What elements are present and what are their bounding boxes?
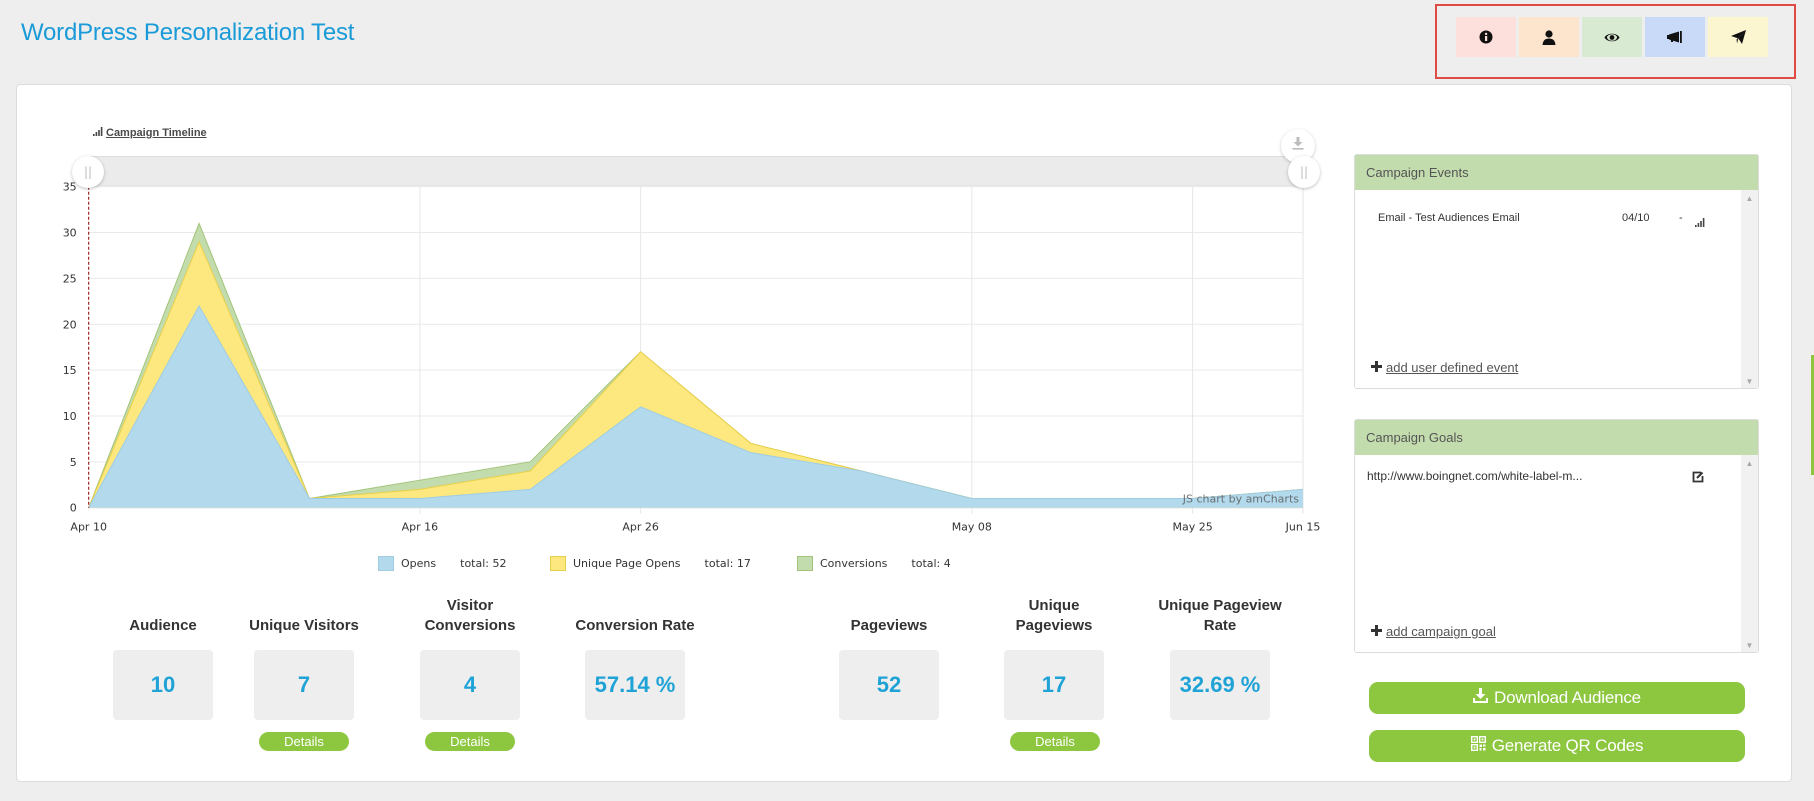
legend-item-unique-page-opens[interactable]: Unique Page Opens total: 17 <box>550 555 751 572</box>
legend-item-opens[interactable]: Opens total: 52 <box>378 555 506 572</box>
goal-url[interactable]: http://www.boingnet.com/white-label-m... <box>1367 469 1582 483</box>
generate-qr-codes-label: Generate QR Codes <box>1491 736 1644 755</box>
campaign-events-title: Campaign Events <box>1366 165 1469 180</box>
scroll-up-arrow[interactable]: ▲ <box>1741 194 1758 203</box>
campaign-timeline-chart: 0 5 10 15 20 25 30 35 Apr 10 Apr 16 Apr 26 May 08 Ma… <box>63 181 1321 534</box>
download-audience-button[interactable]: Download Audience <box>1369 682 1745 714</box>
qr-code-icon <box>1470 735 1492 756</box>
stat-title-audience: Audience <box>129 617 197 634</box>
goal-edit-button[interactable] <box>1692 470 1704 488</box>
stat-title-unique-pageview-rate: Unique Pageview Rate <box>1158 597 1282 634</box>
x-tick-label: May 08 <box>952 521 992 534</box>
info-circle-icon <box>1479 30 1493 44</box>
x-tick-label: Apr 26 <box>622 521 659 534</box>
x-tick-label: May 25 <box>1172 521 1212 534</box>
legend-swatch-opens <box>378 556 394 571</box>
chart-credit: JS chart by amCharts <box>1182 493 1299 506</box>
scroll-down-arrow[interactable]: ▼ <box>1741 377 1758 386</box>
legend-label: Conversions <box>820 557 888 570</box>
campaign-timeline-link[interactable]: Campaign Timeline <box>93 127 207 139</box>
download-audience-label: Download Audience <box>1494 688 1641 707</box>
scroll-down-arrow[interactable]: ▼ <box>1741 641 1758 650</box>
stat-value-audience: 10 <box>113 650 213 720</box>
campaign-timeline-label: Campaign Timeline <box>106 127 207 139</box>
audience-button[interactable] <box>1519 17 1579 57</box>
campaign-events-header: Campaign Events <box>1355 155 1758 190</box>
campaign-goals-header: Campaign Goals <box>1355 420 1758 455</box>
bar-chart-icon <box>1695 214 1705 231</box>
edit-icon <box>1692 470 1704 487</box>
user-icon <box>1542 29 1556 45</box>
add-campaign-goal-link[interactable]: add campaign goal <box>1371 624 1496 639</box>
stat-value-conversion-rate: 57.14 % <box>585 650 685 720</box>
events-scrollbar[interactable]: ▲ ▼ <box>1741 190 1758 388</box>
legend-label: Opens <box>401 557 437 570</box>
stat-value-visitor-conversions: 4 <box>420 650 520 720</box>
legend-total: total: 52 <box>460 557 507 570</box>
info-button[interactable] <box>1456 17 1516 57</box>
campaign-goals-body: http://www.boingnet.com/white-label-m...… <box>1355 455 1758 652</box>
stat-value-unique-visitors: 7 <box>254 650 354 720</box>
plus-icon <box>1371 624 1382 639</box>
stat-value-unique-pageviews: 17 <box>1004 650 1104 720</box>
stat-title-conversion-rate: Conversion Rate <box>575 617 695 634</box>
x-tick-label: Apr 16 <box>402 521 439 534</box>
legend-swatch-unique-page-opens <box>550 556 566 571</box>
scroller-left-handle[interactable]: || <box>72 156 104 188</box>
y-tick-label: 35 <box>63 181 77 194</box>
event-name[interactable]: Email - Test Audiences Email <box>1378 212 1520 224</box>
stat-title-visitor-conversions: Visitor Conversions <box>424 597 516 634</box>
y-tick-label: 25 <box>63 272 77 285</box>
y-tick-label: 10 <box>63 410 77 423</box>
stat-value-unique-pageview-rate: 32.69 % <box>1170 650 1270 720</box>
view-button[interactable] <box>1582 17 1642 57</box>
campaign-goals-panel: Campaign Goals http://www.boingnet.com/w… <box>1354 419 1759 653</box>
page-title: WordPress Personalization Test <box>21 19 355 46</box>
add-user-defined-event-label: add user defined event <box>1386 360 1519 375</box>
plus-icon <box>1371 360 1382 375</box>
unique-visitors-details-button[interactable]: Details <box>259 732 349 751</box>
event-stats-button[interactable] <box>1695 214 1705 232</box>
stat-value-pageviews: 52 <box>839 650 939 720</box>
bar-chart-icon <box>93 127 103 139</box>
legend-total: total: 4 <box>911 557 951 570</box>
x-tick-label: Jun 15 <box>1285 521 1321 534</box>
y-tick-label: 5 <box>70 456 77 469</box>
send-button[interactable] <box>1708 17 1768 57</box>
bullhorn-icon <box>1667 31 1683 43</box>
generate-qr-codes-button[interactable]: Generate QR Codes <box>1369 730 1745 762</box>
unique-pageviews-details-button[interactable]: Details <box>1010 732 1100 751</box>
paper-plane-icon <box>1730 30 1746 44</box>
visitor-conversions-details-button[interactable]: Details <box>425 732 515 751</box>
campaign-events-panel: Campaign Events Email - Test Audiences E… <box>1354 154 1759 389</box>
eye-icon <box>1604 32 1620 43</box>
add-campaign-goal-label: add campaign goal <box>1386 624 1496 639</box>
legend-label: Unique Page Opens <box>573 557 681 570</box>
legend-total: total: 17 <box>704 557 751 570</box>
download-icon <box>1473 688 1494 708</box>
stat-title-unique-visitors: Unique Visitors <box>249 617 359 634</box>
event-end: - <box>1679 212 1683 224</box>
x-tick-label: Apr 10 <box>70 521 107 534</box>
legend-swatch-conversions <box>797 556 813 571</box>
campaign-button[interactable] <box>1645 17 1705 57</box>
add-user-defined-event-link[interactable]: add user defined event <box>1371 360 1518 375</box>
stat-title-unique-pageviews: Unique Pageviews <box>1015 597 1093 634</box>
campaign-goals-title: Campaign Goals <box>1366 430 1463 445</box>
event-date: 04/10 <box>1622 212 1650 224</box>
scroller-right-handle[interactable]: || <box>1288 156 1320 188</box>
y-tick-label: 0 <box>70 502 77 515</box>
campaign-events-body: Email - Test Audiences Email 04/10 - add… <box>1355 190 1758 388</box>
y-tick-label: 30 <box>63 227 77 240</box>
y-tick-label: 15 <box>63 364 77 377</box>
y-tick-label: 20 <box>63 318 77 331</box>
scroll-up-arrow[interactable]: ▲ <box>1741 459 1758 468</box>
goals-scrollbar[interactable]: ▲ ▼ <box>1741 455 1758 652</box>
legend-item-conversions[interactable]: Conversions total: 4 <box>797 555 951 572</box>
download-icon <box>1292 137 1304 155</box>
stat-title-pageviews: Pageviews <box>850 617 928 634</box>
